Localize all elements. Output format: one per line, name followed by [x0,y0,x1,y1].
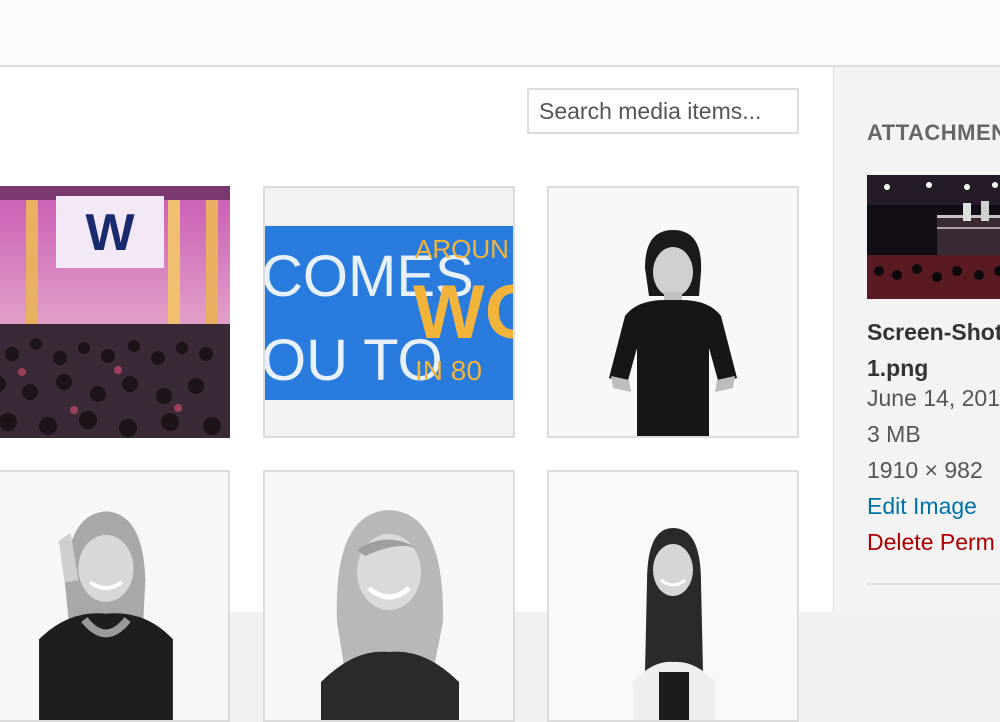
media-item-portrait-woman-dark-hair[interactable] [547,186,799,438]
search-media-input[interactable] [527,88,799,134]
attachment-upload-date: June 14, 201 [867,385,1000,411]
media-grid-panel: W COMES OU TO AROUN [0,67,834,722]
top-toolbar [0,0,1000,67]
delete-permanently-link[interactable]: Delete Perm [867,529,1000,556]
attachment-details-heading: ATTACHMENT [867,120,1000,145]
portrait-image [265,472,513,720]
edit-image-link[interactable]: Edit Image [867,493,1000,520]
banner-letter: W [85,204,135,262]
portrait-image [0,472,228,720]
sidebar-divider [867,583,1000,585]
attachment-file-size: 3 MB [867,421,921,447]
attachment-dimensions: 1910 × 982 [867,457,983,483]
promo-text-around: AROUN [415,234,509,264]
attachment-thumbnail-image [867,175,1000,299]
media-item-promo-banner[interactable]: COMES OU TO AROUN WO IN 80 [263,186,515,438]
media-item-portrait-woman-long-hair[interactable] [547,470,799,722]
attachment-thumbnail[interactable] [867,175,1000,299]
promo-text-wo: WO [413,270,513,355]
event-hall-image: W [0,186,230,438]
media-item-event-hall[interactable]: W [0,186,230,438]
portrait-image [549,188,797,436]
attachment-details-sidebar: ATTACHMENT Screen-Shot-1.png June 14, 20… [834,67,1000,612]
media-item-portrait-woman-smiling[interactable] [263,470,515,722]
promo-text-in-80: IN 80 [415,355,482,386]
promo-banner-image: COMES OU TO AROUN WO IN 80 [265,188,513,436]
media-item-portrait-woman-hand-hair[interactable] [0,470,230,722]
attachment-filename: Screen-Shot-1.png [867,319,1000,381]
portrait-image [549,472,797,720]
